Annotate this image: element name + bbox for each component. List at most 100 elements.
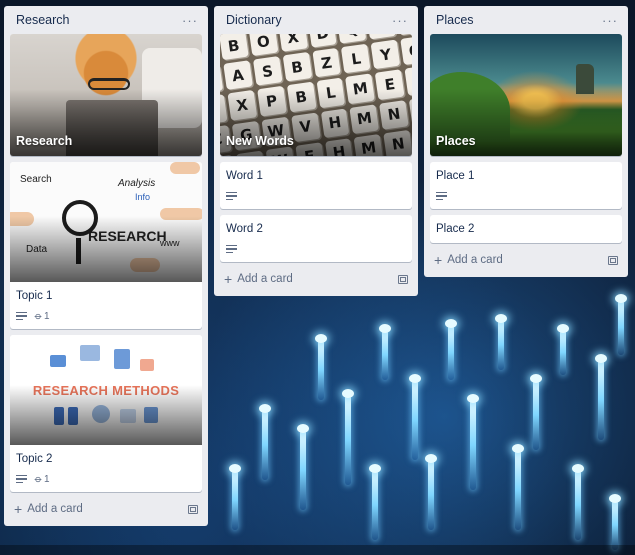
- add-card-button[interactable]: + Add a card: [434, 253, 503, 267]
- description-lines-icon: [226, 191, 237, 201]
- list-research: Research ··· Research Search Analysis In…: [4, 6, 208, 526]
- plus-icon: +: [434, 252, 443, 268]
- card-badges: [226, 189, 406, 203]
- card-topic-1[interactable]: Search Analysis Info RESEARCH Data www T…: [10, 162, 202, 329]
- glow-sprout: [229, 464, 241, 530]
- list-header: Dictionary ···: [220, 6, 412, 34]
- card-cover-image: RESEARCH METHODS: [10, 335, 202, 445]
- glow-sprout: [259, 404, 271, 480]
- glow-sprout: [369, 464, 381, 540]
- list-places: Places ··· Places Place 1 Place 2 + Add …: [424, 6, 628, 277]
- research-methods-banner: RESEARCH METHODS: [32, 383, 180, 398]
- letter-tile: V: [220, 64, 224, 95]
- letter-tile: O: [248, 34, 279, 57]
- letter-tile: X: [278, 34, 308, 53]
- add-card-label: Add a card: [27, 503, 83, 515]
- letter-tile: C: [408, 95, 412, 126]
- letter-tile: C: [404, 65, 412, 96]
- description-lines-icon: [226, 244, 237, 254]
- card-title: Place 1: [436, 170, 475, 182]
- card-topic-2[interactable]: RESEARCH METHODS Topic 2 ⌀ 1: [10, 335, 202, 492]
- glow-sprout: [467, 394, 479, 490]
- card-badges: [226, 242, 406, 256]
- letter-tile: E: [375, 69, 405, 100]
- glow-sprout: [609, 494, 621, 550]
- list-title[interactable]: Dictionary: [226, 13, 282, 27]
- attachment-count: 1: [44, 310, 50, 322]
- card-template-icon[interactable]: [188, 504, 198, 514]
- add-card-button[interactable]: + Add a card: [224, 272, 293, 286]
- card-badges: ⌀ 1: [16, 309, 196, 323]
- list-footer: + Add a card: [10, 498, 202, 520]
- card-template-icon[interactable]: [608, 255, 618, 265]
- letter-tile: A: [223, 60, 253, 91]
- card-place-1[interactable]: Place 1: [430, 162, 622, 209]
- list-title[interactable]: Research: [16, 13, 70, 27]
- glow-sprout: [342, 389, 354, 485]
- card-title: Word 1: [226, 170, 263, 182]
- letter-tile: Q: [400, 35, 412, 66]
- card-cover-image: Research: [10, 34, 202, 156]
- horizontal-scrollbar[interactable]: [0, 545, 635, 555]
- letter-tile: P: [256, 86, 287, 117]
- glow-sprout: [530, 374, 542, 450]
- ellipsis-icon[interactable]: ···: [182, 14, 198, 27]
- list-dictionary: Dictionary ··· YBOXDQBAVASBZLYQBXPBLMECC…: [214, 6, 418, 296]
- glow-sprout: [379, 324, 391, 380]
- add-card-label: Add a card: [447, 254, 503, 266]
- letter-tile: M: [349, 103, 380, 134]
- card-word-2[interactable]: Word 2: [220, 215, 412, 262]
- card-title: Word 2: [226, 223, 263, 235]
- card-cover-image: YBOXDQBAVASBZLYQBXPBLMECCGWVHMNCXRWEHMNQ…: [220, 34, 412, 156]
- attachment-badge: ⌀ 1: [31, 309, 50, 323]
- letter-tile: D: [307, 34, 338, 48]
- ellipsis-icon[interactable]: ···: [392, 14, 408, 27]
- paperclip-icon: ⌀: [31, 472, 45, 486]
- card-place-2[interactable]: Place 2: [430, 215, 622, 243]
- plus-icon: +: [224, 271, 233, 287]
- card-title: Topic 1: [16, 290, 53, 302]
- card-new-words-cover[interactable]: YBOXDQBAVASBZLYQBXPBLMECCGWVHMNCXRWEHMNQ…: [220, 34, 412, 156]
- glow-sprout: [409, 374, 421, 460]
- add-card-button[interactable]: + Add a card: [14, 502, 83, 516]
- card-places-cover[interactable]: Places: [430, 34, 622, 156]
- letter-tile: B: [282, 52, 312, 83]
- letter-tile: H: [320, 107, 350, 138]
- letter-tile: L: [316, 77, 346, 108]
- glow-sprout: [495, 314, 507, 370]
- letter-tile: E: [294, 142, 325, 156]
- glow-sprout: [297, 424, 309, 510]
- card-cover-image: Places: [430, 34, 622, 156]
- letter-tile: N: [383, 129, 412, 156]
- letter-tile: L: [341, 43, 371, 74]
- card-template-icon[interactable]: [398, 274, 408, 284]
- letter-tile: X: [227, 90, 257, 121]
- add-card-label: Add a card: [237, 273, 293, 285]
- ellipsis-icon[interactable]: ···: [602, 14, 618, 27]
- glow-sprout: [557, 324, 569, 375]
- card-cover-image: Search Analysis Info RESEARCH Data www: [10, 162, 202, 282]
- list-footer: + Add a card: [430, 249, 622, 271]
- glow-sprout: [572, 464, 584, 540]
- paperclip-icon: ⌀: [31, 309, 45, 323]
- glow-sprout: [595, 354, 607, 440]
- description-lines-icon: [16, 474, 27, 484]
- letter-tile: B: [286, 82, 316, 113]
- research-sketch-image: Search Analysis Info RESEARCH Data www: [10, 162, 202, 282]
- letter-tile: R: [235, 150, 266, 156]
- card-word-1[interactable]: Word 1: [220, 162, 412, 209]
- description-lines-icon: [436, 191, 447, 201]
- card-cover-title: Research: [16, 134, 73, 148]
- description-lines-icon: [16, 311, 27, 321]
- letter-tile: B: [366, 34, 397, 40]
- glow-sprout: [425, 454, 437, 530]
- card-cover-title: Places: [436, 134, 476, 148]
- letter-tile: A: [396, 34, 412, 36]
- card-badges: ⌀ 1: [16, 472, 196, 486]
- letter-tile: B: [220, 34, 249, 61]
- list-title[interactable]: Places: [436, 13, 474, 27]
- letter-tile: M: [353, 133, 384, 156]
- glow-sprout: [445, 319, 457, 380]
- letter-tile: H: [324, 137, 354, 156]
- card-research-cover[interactable]: Research: [10, 34, 202, 156]
